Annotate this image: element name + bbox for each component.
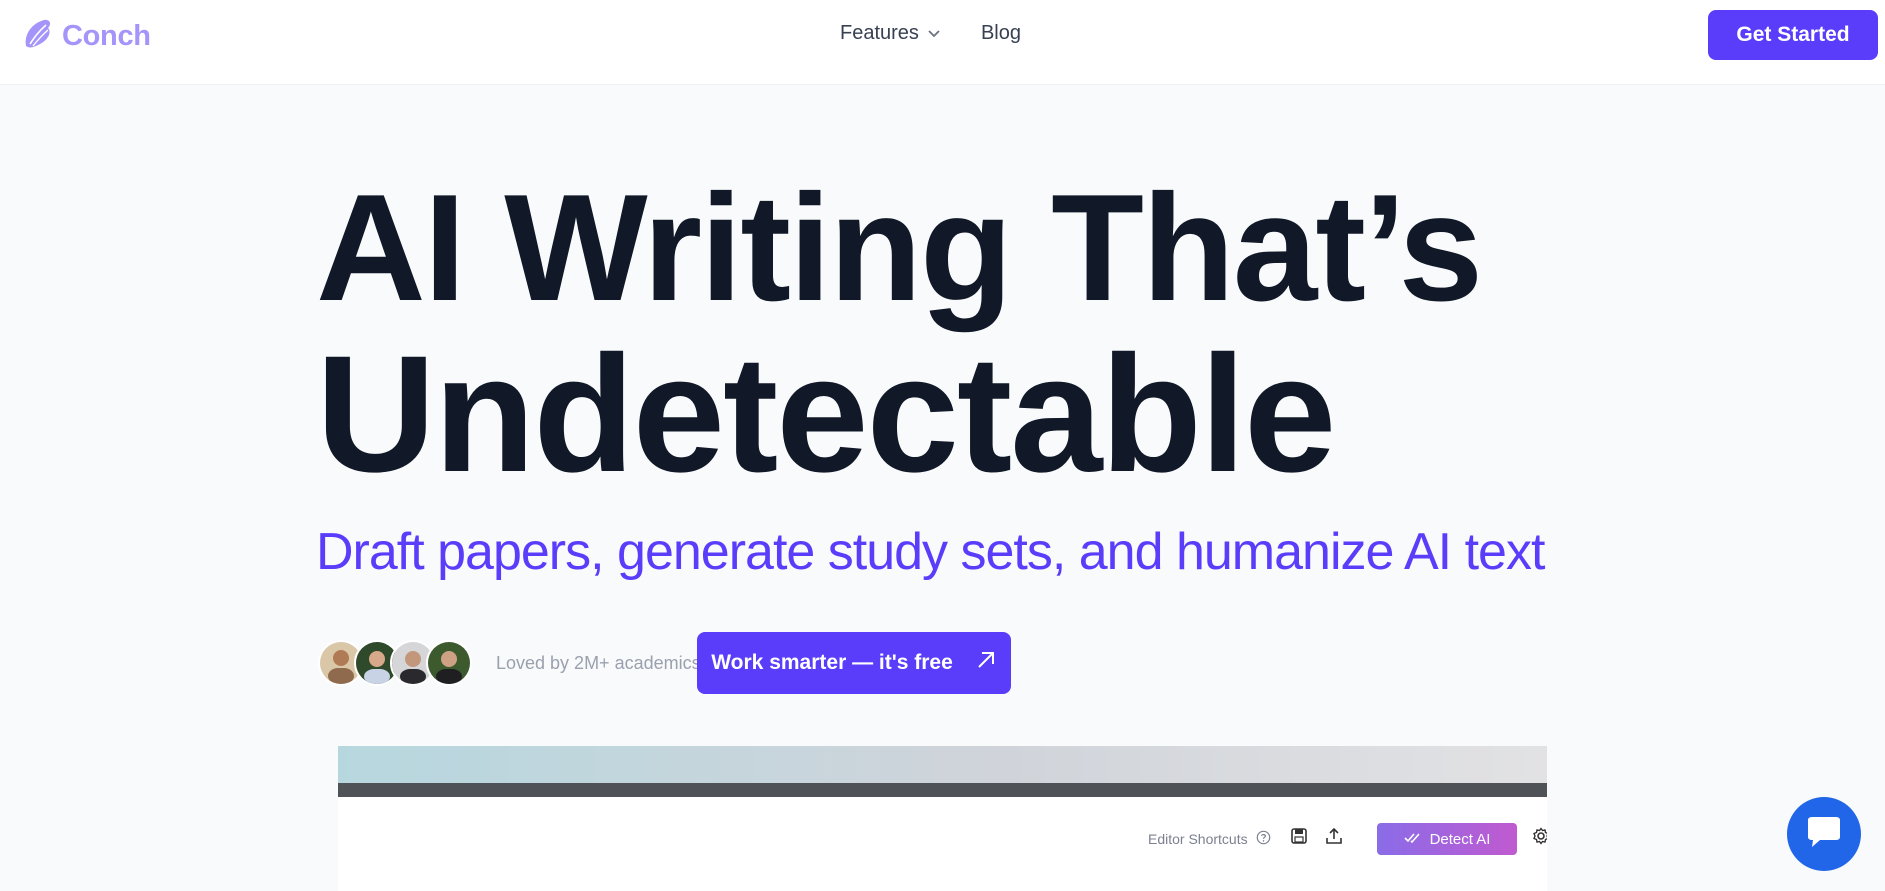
features-menu[interactable]: Features [840, 22, 941, 45]
social-proof-text: Loved by 2M+ academics [496, 652, 701, 673]
blog-link[interactable]: Blog [981, 22, 1021, 45]
detect-ai-button[interactable]: Detect AI [1377, 823, 1517, 855]
conch-shell-icon [22, 16, 54, 57]
help-icon [1256, 830, 1271, 848]
features-label: Features [840, 22, 919, 44]
editor-shortcuts-label: Editor Shortcuts [1148, 831, 1248, 847]
work-smarter-label: Work smarter — it's free [711, 651, 953, 674]
social-proof: Loved by 2M+ academics [318, 640, 701, 686]
save-icon[interactable] [1290, 827, 1308, 850]
brand-logo[interactable]: Conch [22, 16, 151, 57]
arrow-up-right-icon [975, 649, 997, 677]
get-started-button[interactable]: Get Started [1708, 10, 1878, 60]
export-icon[interactable] [1325, 827, 1343, 850]
chevron-down-icon [927, 22, 941, 45]
avatar [426, 640, 472, 686]
double-check-icon [1403, 831, 1422, 848]
hero-title-line-1: AI Writing That’s [316, 163, 1483, 333]
editor-shortcuts[interactable]: Editor Shortcuts [1148, 830, 1271, 848]
chat-widget-button[interactable] [1787, 797, 1861, 871]
hero-title-line-2: Undetectable [316, 322, 1336, 507]
editor-toolbar: Editor Shortcuts Detect AI [338, 797, 1547, 891]
hero-subtitle: Draft papers, generate study sets, and h… [316, 523, 1545, 581]
main-nav: Features Blog [840, 22, 1021, 45]
avatar-stack [318, 640, 472, 686]
brand-name: Conch [62, 20, 151, 52]
chat-bubble-icon [1805, 815, 1843, 854]
gear-icon[interactable] [1532, 827, 1547, 850]
detect-ai-label: Detect AI [1429, 830, 1491, 848]
preview-header-gradient [338, 746, 1547, 783]
preview-dark-strip [338, 783, 1547, 797]
work-smarter-button[interactable]: Work smarter — it's free [697, 632, 1011, 694]
editor-preview: Editor Shortcuts Detect AI [338, 746, 1547, 891]
top-navbar: Conch Features Blog Get Started [0, 0, 1885, 85]
